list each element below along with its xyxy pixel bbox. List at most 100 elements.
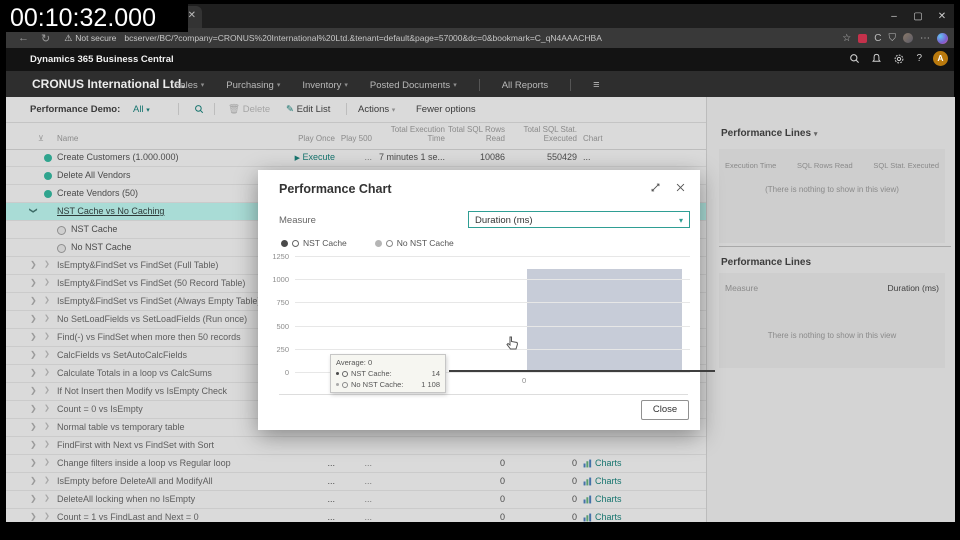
edit-list-button[interactable]: ✎ Edit List <box>286 104 330 115</box>
row-name[interactable]: Count = 1 vs FindLast and Next = 0 <box>57 512 199 522</box>
back-icon[interactable]: ← <box>18 32 29 44</box>
cell-play-once[interactable]: ▶... <box>327 494 335 504</box>
help-icon[interactable]: ? <box>916 53 922 64</box>
row-name[interactable]: Find(-) vs FindSet when more then 50 rec… <box>57 332 241 342</box>
expand-chevron-icon[interactable]: ❯ <box>30 386 37 395</box>
expand-chevron-icon[interactable]: ❯ <box>30 296 37 305</box>
legend-nst-cache[interactable]: NST Cache <box>281 238 347 248</box>
window-minimize-icon[interactable]: – <box>882 11 906 22</box>
expand-chevron-icon[interactable]: ❯ <box>30 422 37 431</box>
row-name[interactable]: DeleteAll locking when no IsEmpty <box>57 494 195 504</box>
cell-chart[interactable]: Charts <box>583 458 622 468</box>
col-total-sql-stat-executed[interactable]: Total SQL Stat. Executed <box>519 125 577 143</box>
select-column-icon[interactable]: ⊻ <box>38 134 44 143</box>
clock-extension-icon[interactable]: C <box>874 33 881 44</box>
expand-chevron-icon[interactable]: ❯ <box>30 260 37 269</box>
row-name[interactable]: Normal table vs temporary table <box>57 422 185 432</box>
security-indicator[interactable]: ⚠ Not secure <box>64 33 116 44</box>
factbox-panel2-title[interactable]: Performance Lines <box>721 257 811 268</box>
view-filter-dropdown[interactable]: All ▾ <box>133 104 150 115</box>
cell-play-500[interactable]: ... <box>364 476 372 486</box>
nav-item-purchasing[interactable]: Purchasing ▾ <box>226 79 280 91</box>
dialog-expand-icon[interactable] <box>650 182 661 193</box>
cell-play-once[interactable]: ▶... <box>327 458 335 468</box>
search-icon[interactable] <box>194 104 204 114</box>
row-name[interactable]: FindFirst with Next vs FindSet with Sort <box>57 440 214 450</box>
row-name[interactable]: NST Cache <box>71 224 117 234</box>
hamburger-menu-icon[interactable]: ≡ <box>593 79 599 91</box>
nav-item-sales[interactable]: Sales ▾ <box>174 79 204 91</box>
refresh-icon[interactable]: ↻ <box>41 32 50 45</box>
cell-play-500[interactable]: ... <box>364 152 372 162</box>
col-play-once[interactable]: Play Once <box>298 134 335 143</box>
row-name[interactable]: Create Vendors (50) <box>57 188 138 198</box>
collections-icon[interactable]: ⛉ <box>889 33 897 44</box>
row-name[interactable]: No SetLoadFields vs SetLoadFields (Run o… <box>57 314 247 324</box>
expand-chevron-icon[interactable]: ❯ <box>30 314 37 323</box>
search-icon[interactable] <box>849 53 860 64</box>
actions-menu[interactable]: Actions ▾ <box>358 104 395 115</box>
fewer-options-button[interactable]: Fewer options <box>416 104 476 115</box>
expand-chevron-icon[interactable]: ❯ <box>30 512 37 521</box>
cell-chart[interactable]: ... <box>583 152 591 162</box>
cell-play-once[interactable]: ▶... <box>327 476 335 486</box>
expand-chevron-icon[interactable]: ❯ <box>30 440 37 449</box>
col-chart[interactable]: Chart <box>583 134 603 143</box>
table-row[interactable]: ❯ ❯ IsEmpty before DeleteAll and ModifyA… <box>6 473 706 491</box>
cell-play-500[interactable]: ... <box>364 512 372 522</box>
row-name[interactable]: Create Customers (1.000.000) <box>57 152 179 162</box>
account-avatar[interactable]: A <box>933 51 948 66</box>
notifications-icon[interactable] <box>871 53 882 64</box>
window-close-icon[interactable]: ✕ <box>930 11 954 22</box>
factbox-panel1-title[interactable]: Performance Lines ▾ <box>721 128 817 139</box>
delete-button[interactable]: 🗑 Delete <box>228 104 270 115</box>
expand-chevron-icon[interactable]: ❯ <box>30 278 37 287</box>
row-name[interactable]: If Not Insert then Modify vs IsEmpty Che… <box>57 386 227 396</box>
copilot-icon[interactable] <box>937 32 948 44</box>
browser-profile-avatar[interactable] <box>903 33 913 43</box>
cell-play-500[interactable]: ... <box>364 458 372 468</box>
close-button[interactable]: Close <box>641 400 689 420</box>
expand-chevron-icon[interactable]: ❯ <box>30 458 37 467</box>
expand-chevron-icon[interactable]: ❯ <box>29 207 38 214</box>
dialog-close-icon[interactable] <box>675 182 686 193</box>
expand-chevron-icon[interactable]: ❯ <box>30 350 37 359</box>
chart-bar-no-nst-cache[interactable] <box>527 269 682 372</box>
cell-chart[interactable]: Charts <box>583 512 622 522</box>
company-name[interactable]: CRONUS International Ltd. <box>32 77 185 91</box>
col-total-execution-time[interactable]: Total Execution Time <box>381 125 445 143</box>
cell-chart[interactable]: Charts <box>583 494 622 504</box>
table-row[interactable]: ❯ ❯ FindFirst with Next vs FindSet with … <box>6 437 706 455</box>
col-play-500[interactable]: Play 500 <box>341 134 372 143</box>
nav-item-inventory[interactable]: Inventory ▾ <box>302 79 348 91</box>
row-name[interactable]: IsEmpty&FindSet vs FindSet (50 Record Ta… <box>57 278 245 288</box>
cell-chart[interactable]: Charts <box>583 476 622 486</box>
row-name[interactable]: IsEmpty&FindSet vs FindSet (Full Table) <box>57 260 218 270</box>
row-name[interactable]: Count = 0 vs IsEmpty <box>57 404 143 414</box>
row-name[interactable]: NST Cache vs No Caching <box>57 206 164 216</box>
table-row[interactable]: ❯ ❯ DeleteAll locking when no IsEmpty ▶.… <box>6 491 706 509</box>
cell-play-once[interactable]: ▶... <box>327 512 335 522</box>
expand-chevron-icon[interactable]: ❯ <box>30 332 37 341</box>
legend-no-nst-cache[interactable]: No NST Cache <box>374 238 454 248</box>
tab-close-icon[interactable]: ✕ <box>188 10 196 22</box>
nav-item-posted-documents[interactable]: Posted Documents ▾ <box>370 79 457 91</box>
cell-play-500[interactable]: ... <box>364 494 372 504</box>
row-name[interactable]: Change filters inside a loop vs Regular … <box>57 458 231 468</box>
expand-chevron-icon[interactable]: ❯ <box>30 494 37 503</box>
row-name[interactable]: No NST Cache <box>71 242 131 252</box>
table-row[interactable]: ❯ ❯ Create Customers (1.000.000) ▶ Execu… <box>6 149 706 167</box>
extension-icon[interactable] <box>858 33 868 43</box>
measure-dropdown[interactable]: Duration (ms) ▾ <box>468 211 690 228</box>
url-text[interactable]: bcserver/BC/?company=CRONUS%20Internatio… <box>124 33 601 43</box>
col-total-sql-rows-read[interactable]: Total SQL Rows Read <box>447 125 505 143</box>
nav-item-all-reports[interactable]: All Reports <box>502 79 548 91</box>
row-name[interactable]: CalcFields vs SetAutoCalcFields <box>57 350 187 360</box>
table-row[interactable]: ❯ ❯ Change filters inside a loop vs Regu… <box>6 455 706 473</box>
row-name[interactable]: Calculate Totals in a loop vs CalcSums <box>57 368 212 378</box>
col-name[interactable]: Name <box>57 134 78 143</box>
row-name[interactable]: IsEmpty&FindSet vs FindSet (Always Empty… <box>57 296 260 306</box>
cell-play-once[interactable]: ▶ Execute <box>295 152 335 162</box>
window-maximize-icon[interactable]: ▢ <box>906 11 930 22</box>
expand-chevron-icon[interactable]: ❯ <box>30 476 37 485</box>
